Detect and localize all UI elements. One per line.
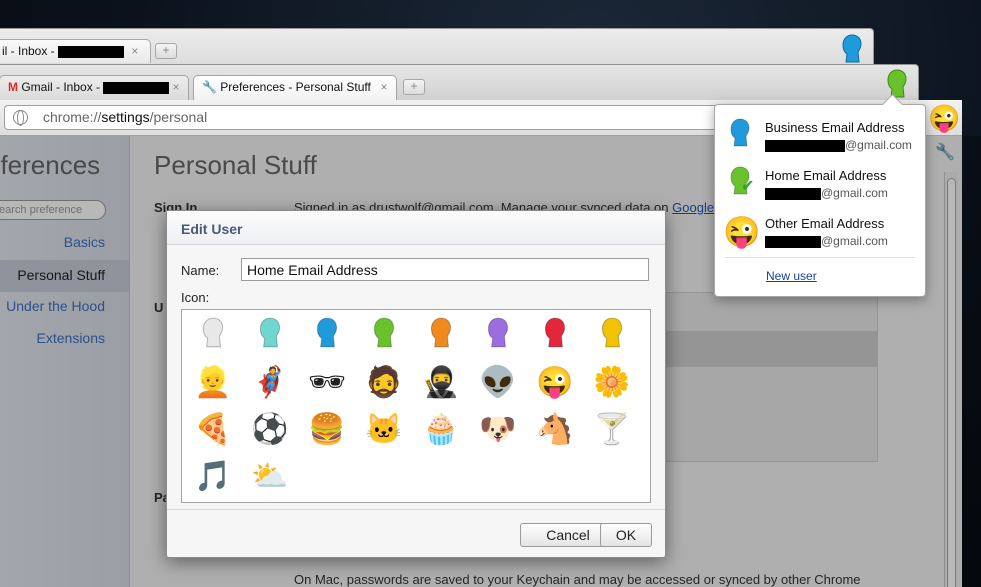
man-icon[interactable]: 🧔: [364, 363, 404, 403]
tab-label: il - Inbox -: [2, 44, 55, 58]
user-menu-item[interactable]: Business Email Address @gmail.com: [715, 115, 925, 163]
tab-label: Preferences - Personal Stuff: [220, 80, 371, 94]
user-email: @gmail.com: [765, 138, 912, 152]
middle-browser-window: M Gmail - Inbox - × 🔧 Preferences - Pers…: [0, 64, 919, 104]
sun-cloud-icon[interactable]: ⛅: [250, 457, 290, 497]
close-icon[interactable]: ×: [131, 44, 138, 58]
music-note-icon[interactable]: 🎵: [193, 457, 233, 497]
email-domain: @gmail.com: [821, 234, 888, 248]
cocktail-icon[interactable]: 🍸: [592, 410, 632, 450]
soccer-ball-icon[interactable]: ⚽: [250, 410, 290, 450]
horse-icon[interactable]: 🐴: [535, 410, 575, 450]
superhero-icon[interactable]: 🦸: [250, 363, 290, 403]
user-name: Business Email Address: [765, 120, 905, 135]
ok-button[interactable]: OK: [600, 523, 652, 547]
url-scheme: chrome://: [43, 109, 102, 125]
new-tab-button[interactable]: +: [155, 43, 177, 59]
tab-gmail-back[interactable]: il - Inbox - ×: [0, 39, 151, 63]
dog-icon[interactable]: 🐶: [478, 410, 518, 450]
cat-icon[interactable]: 🐱: [364, 410, 404, 450]
email-domain: @gmail.com: [821, 186, 888, 200]
name-input[interactable]: [241, 258, 649, 281]
tab-label: Gmail - Inbox -: [21, 80, 101, 94]
tab-gmail-inbox[interactable]: M Gmail - Inbox - ×: [0, 75, 189, 100]
alien-icon[interactable]: 👽: [478, 363, 518, 403]
gmail-icon: M: [8, 80, 18, 94]
email-domain: @gmail.com: [845, 138, 912, 152]
dialog-title: Edit User: [181, 221, 243, 237]
tab-preferences[interactable]: 🔧 Preferences - Personal Stuff ×: [193, 75, 397, 100]
burger-icon[interactable]: 🍔: [307, 410, 347, 450]
current-user-check-icon: ✔: [741, 178, 755, 195]
avatar-smiley-icon[interactable]: 😜: [928, 102, 960, 134]
url-host: settings: [101, 109, 150, 125]
user-switcher-menu: New user Business Email Address @gmail.co…: [714, 104, 926, 297]
smiley-icon: 😜: [723, 216, 761, 249]
name-label: Name:: [181, 263, 220, 278]
green-head-icon[interactable]: [364, 316, 404, 356]
icon-label: Icon:: [181, 290, 210, 305]
green-head-icon: ✔: [723, 165, 757, 205]
white-head-icon[interactable]: [193, 316, 233, 356]
close-icon[interactable]: ×: [170, 81, 182, 93]
new-user-link[interactable]: New user: [766, 269, 817, 283]
url-path: /personal: [149, 109, 208, 125]
aqua-head-icon[interactable]: [250, 316, 290, 356]
dialog-header: Edit User: [167, 211, 665, 245]
blonde-woman-icon[interactable]: 👱: [193, 363, 233, 403]
dialog-footer: Cancel OK: [167, 509, 665, 559]
redacted-email: [765, 187, 821, 200]
globe-icon: [13, 110, 28, 126]
close-icon[interactable]: ×: [378, 81, 390, 93]
user-menu-item[interactable]: 😜 Other Email Address @gmail.com: [715, 211, 925, 259]
orange-head-icon[interactable]: [421, 316, 461, 356]
flower-icon[interactable]: 🌼: [592, 363, 632, 403]
icon-picker-grid: 👱 🦸 🕶 🧔 🥷 👽 😜 🌼 🍕 ⚽ 🍔 🐱 🧁 🐶 🐴 🍸 🎵 ⛅: [181, 309, 651, 503]
redacted-email: [58, 45, 125, 58]
woman-sunglasses-icon[interactable]: 🕶: [307, 363, 347, 403]
user-email: @gmail.com: [765, 186, 888, 200]
wrench-icon: 🔧: [202, 80, 217, 94]
avatar-blue-head-icon[interactable]: [840, 33, 864, 65]
redacted-email: [103, 81, 170, 94]
red-head-icon[interactable]: [535, 316, 575, 356]
yellow-head-icon[interactable]: [592, 316, 632, 356]
blue-head-icon: [723, 117, 757, 157]
ninja-icon[interactable]: 🥷: [421, 363, 461, 403]
edit-user-dialog: Edit User Name: Icon: 👱 🦸 🕶 🧔 🥷 👽 😜 🌼 🍕 ⚽ 🍔 🐱 🧁 🐶 🐴 🍸 🎵 ⛅…: [166, 210, 666, 558]
purple-head-icon[interactable]: [478, 316, 518, 356]
new-tab-button[interactable]: +: [403, 79, 425, 95]
avatar-green-head-icon[interactable]: [885, 68, 909, 100]
blue-head-icon[interactable]: [307, 316, 347, 356]
redacted-email: [765, 139, 845, 152]
user-email: @gmail.com: [765, 234, 888, 248]
user-name: Home Email Address: [765, 168, 887, 183]
user-name: Other Email Address: [765, 216, 885, 231]
cupcake-icon[interactable]: 🧁: [421, 410, 461, 450]
pizza-icon[interactable]: 🍕: [193, 410, 233, 450]
redacted-email: [765, 235, 821, 248]
omnibox[interactable]: chrome://settings/personal: [4, 105, 774, 130]
user-menu-item[interactable]: ✔ Home Email Address @gmail.com: [715, 163, 925, 211]
smiley-icon[interactable]: 😜: [535, 363, 575, 403]
